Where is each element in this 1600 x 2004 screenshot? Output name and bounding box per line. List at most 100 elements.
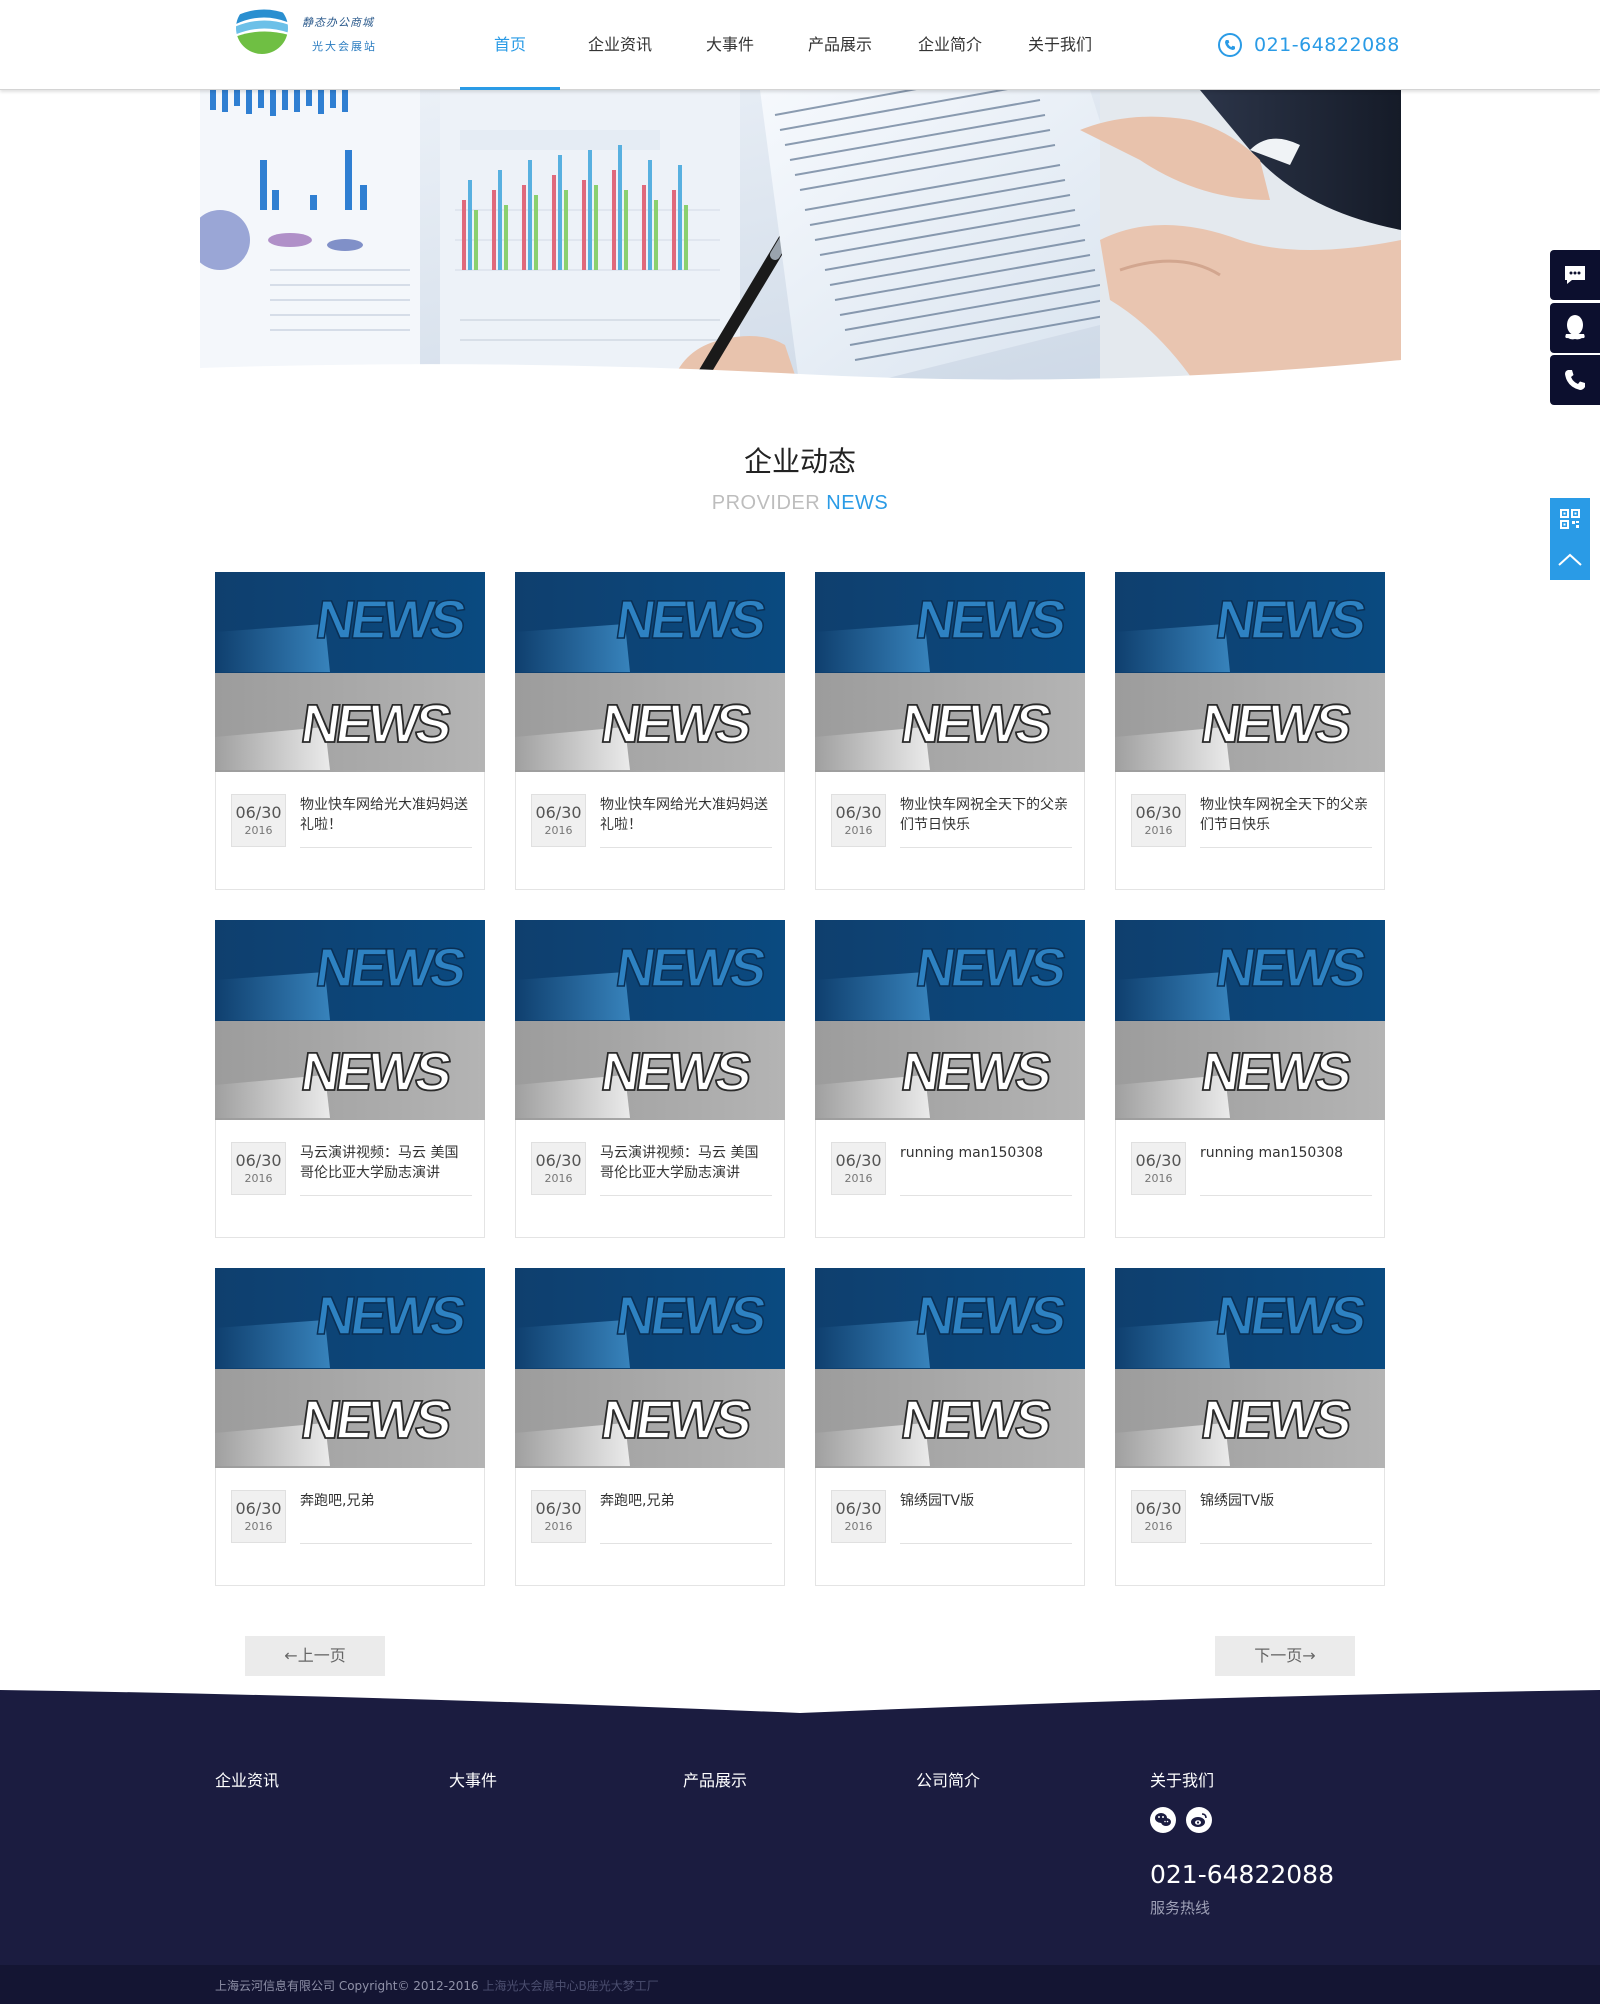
news-card[interactable]: NEWS NEWS 06/30 2016 running man150308 — [815, 920, 1085, 1238]
news-thumbnail-word-bottom: NEWS — [297, 694, 454, 754]
news-thumbnail-image: NEWS NEWS — [515, 572, 785, 772]
news-date-monthday: 06/30 — [1135, 803, 1182, 822]
news-date-year: 2016 — [544, 1520, 573, 1533]
news-title[interactable]: 物业快车网祝全天下的父亲们节日快乐 — [1200, 795, 1372, 835]
news-date-year: 2016 — [244, 1172, 273, 1185]
news-title[interactable]: running man150308 — [1200, 1143, 1372, 1163]
news-date-badge: 06/30 2016 — [531, 1490, 586, 1543]
news-title[interactable]: 物业快车网给光大准妈妈送礼啦！ — [600, 795, 772, 835]
news-card[interactable]: NEWS NEWS 06/30 2016 锦绣园TV版 — [815, 1268, 1085, 1586]
news-divider — [600, 1543, 772, 1544]
news-date-monthday: 06/30 — [235, 1499, 282, 1518]
news-title[interactable]: 物业快车网给光大准妈妈送礼啦！ — [300, 795, 472, 835]
news-date-monthday: 06/30 — [535, 803, 582, 822]
news-thumbnail-image: NEWS NEWS — [515, 920, 785, 1120]
site-logo[interactable]: 静态办公商城 光大会展站 — [232, 0, 382, 60]
news-date-year: 2016 — [1144, 1172, 1173, 1185]
news-card[interactable]: NEWS NEWS 06/30 2016 物业快车网祝全天下的父亲们节日快乐 — [1115, 572, 1385, 890]
news-date-year: 2016 — [244, 824, 273, 837]
news-thumbnail-word-bottom: NEWS — [597, 1042, 754, 1102]
nav-home[interactable]: 首页 — [460, 0, 560, 90]
news-card[interactable]: NEWS NEWS 06/30 2016 running man150308 — [1115, 920, 1385, 1238]
news-title[interactable]: 锦绣园TV版 — [1200, 1491, 1372, 1511]
nav-company-profile[interactable]: 企业简介 — [900, 0, 1000, 90]
wechat-icon[interactable] — [1150, 1807, 1176, 1833]
footer-link-about-us[interactable]: 关于我们 — [1150, 1767, 1214, 1791]
news-thumbnail-image: NEWS NEWS — [815, 920, 1085, 1120]
news-card[interactable]: NEWS NEWS 06/30 2016 奔跑吧,兄弟 — [215, 1268, 485, 1586]
news-thumbnail-word-bottom: NEWS — [897, 1042, 1054, 1102]
news-date-badge: 06/30 2016 — [831, 794, 886, 847]
nav-about-us[interactable]: 关于我们 — [1000, 0, 1120, 90]
news-thumbnail-word-bottom: NEWS — [1197, 1390, 1354, 1450]
news-divider — [900, 1195, 1072, 1196]
back-to-top-icon — [1558, 553, 1582, 566]
news-title[interactable]: 奔跑吧,兄弟 — [300, 1491, 472, 1511]
news-card[interactable]: NEWS NEWS 06/30 2016 物业快车网给光大准妈妈送礼啦！ — [215, 572, 485, 890]
news-divider — [300, 847, 472, 848]
news-thumbnail-word-bottom: NEWS — [297, 1042, 454, 1102]
side-qrcode-button[interactable] — [1550, 498, 1590, 540]
news-date-monthday: 06/30 — [1135, 1151, 1182, 1170]
side-phone-button[interactable] — [1550, 355, 1600, 405]
news-divider — [600, 847, 772, 848]
news-card[interactable]: NEWS NEWS 06/30 2016 锦绣园TV版 — [1115, 1268, 1385, 1586]
news-date-monthday: 06/30 — [835, 1499, 882, 1518]
news-thumbnail-image: NEWS NEWS — [215, 1268, 485, 1468]
side-back-to-top-button[interactable] — [1550, 540, 1590, 580]
site-header: 静态办公商城 光大会展站 首页 企业资讯 大事件 产品展示 企业简介 关于我们 … — [0, 0, 1600, 90]
copyright-address: 上海光大会展中心B座光大梦工厂 — [482, 1979, 659, 1993]
side-qq-button[interactable] — [1550, 303, 1600, 353]
news-thumbnail-word-bottom: NEWS — [597, 694, 754, 754]
footer-link-major-events[interactable]: 大事件 — [449, 1767, 497, 1791]
news-card[interactable]: NEWS NEWS 06/30 2016 奔跑吧,兄弟 — [515, 1268, 785, 1586]
news-date-year: 2016 — [1144, 824, 1173, 837]
prev-page-button[interactable]: ←上一页 — [245, 1636, 385, 1676]
side-message-button[interactable] — [1550, 250, 1600, 300]
nav-enterprise-news[interactable]: 企业资讯 — [560, 0, 680, 90]
news-thumbnail-word-bottom: NEWS — [1197, 1042, 1354, 1102]
news-thumbnail-image: NEWS NEWS — [815, 1268, 1085, 1468]
footer-link-enterprise-news[interactable]: 企业资讯 — [215, 1767, 279, 1791]
news-title[interactable]: running man150308 — [900, 1143, 1072, 1163]
news-card[interactable]: NEWS NEWS 06/30 2016 马云演讲视频：马云 美国哥伦比亚大学励志演讲 — [515, 920, 785, 1238]
section-subtitle-left: PROVIDER — [711, 492, 821, 514]
news-date-year: 2016 — [844, 824, 873, 837]
news-card[interactable]: NEWS NEWS 06/30 2016 马云演讲视频：马云 美国哥伦比亚大学励志演讲 — [215, 920, 485, 1238]
news-date-year: 2016 — [244, 1520, 273, 1533]
news-title[interactable]: 马云演讲视频：马云 美国哥伦比亚大学励志演讲 — [300, 1143, 472, 1183]
site-footer: 企业资讯 大事件 产品展示 公司简介 关于我们 021-64822088 服务热… — [0, 1727, 1600, 1965]
news-thumbnail-word-bottom: NEWS — [897, 1390, 1054, 1450]
news-date-badge: 06/30 2016 — [531, 794, 586, 847]
news-date-badge: 06/30 2016 — [1131, 1142, 1186, 1195]
nav-major-events[interactable]: 大事件 — [680, 0, 780, 90]
footer-phone-number: 021-64822088 — [1150, 1860, 1334, 1889]
news-date-badge: 06/30 2016 — [831, 1142, 886, 1195]
news-title[interactable]: 物业快车网祝全天下的父亲们节日快乐 — [900, 795, 1072, 835]
footer-link-products[interactable]: 产品展示 — [683, 1767, 747, 1791]
news-date-badge: 06/30 2016 — [531, 1142, 586, 1195]
header-phone[interactable]: 021-64822088 — [1218, 30, 1400, 60]
news-title[interactable]: 马云演讲视频：马云 美国哥伦比亚大学励志演讲 — [600, 1143, 772, 1183]
footer-social-links — [1150, 1807, 1212, 1833]
next-page-button[interactable]: 下一页→ — [1215, 1636, 1355, 1676]
news-title[interactable]: 锦绣园TV版 — [900, 1491, 1072, 1511]
news-title[interactable]: 奔跑吧,兄弟 — [600, 1491, 772, 1511]
nav-products[interactable]: 产品展示 — [780, 0, 900, 90]
news-date-year: 2016 — [544, 824, 573, 837]
qq-icon — [1565, 315, 1585, 340]
news-card[interactable]: NEWS NEWS 06/30 2016 物业快车网祝全天下的父亲们节日快乐 — [815, 572, 1085, 890]
news-thumbnail-word-bottom: NEWS — [597, 1390, 754, 1450]
phone-icon — [1565, 370, 1585, 390]
news-date-badge: 06/30 2016 — [231, 794, 286, 847]
news-card[interactable]: NEWS NEWS 06/30 2016 物业快车网给光大准妈妈送礼啦！ — [515, 572, 785, 890]
news-thumbnail-word-bottom: NEWS — [297, 1390, 454, 1450]
news-thumbnail-word-top: NEWS — [1212, 938, 1369, 998]
news-date-year: 2016 — [544, 1172, 573, 1185]
news-divider — [600, 1195, 772, 1196]
news-thumbnail-word-bottom: NEWS — [897, 694, 1054, 754]
weibo-icon[interactable] — [1186, 1807, 1212, 1833]
footer-link-company-profile[interactable]: 公司简介 — [916, 1767, 980, 1791]
footer-wave-divider — [0, 1690, 1600, 1728]
copyright-company: 上海云河信息有限公司 Copyright© 2012-2016 — [215, 1979, 479, 1993]
